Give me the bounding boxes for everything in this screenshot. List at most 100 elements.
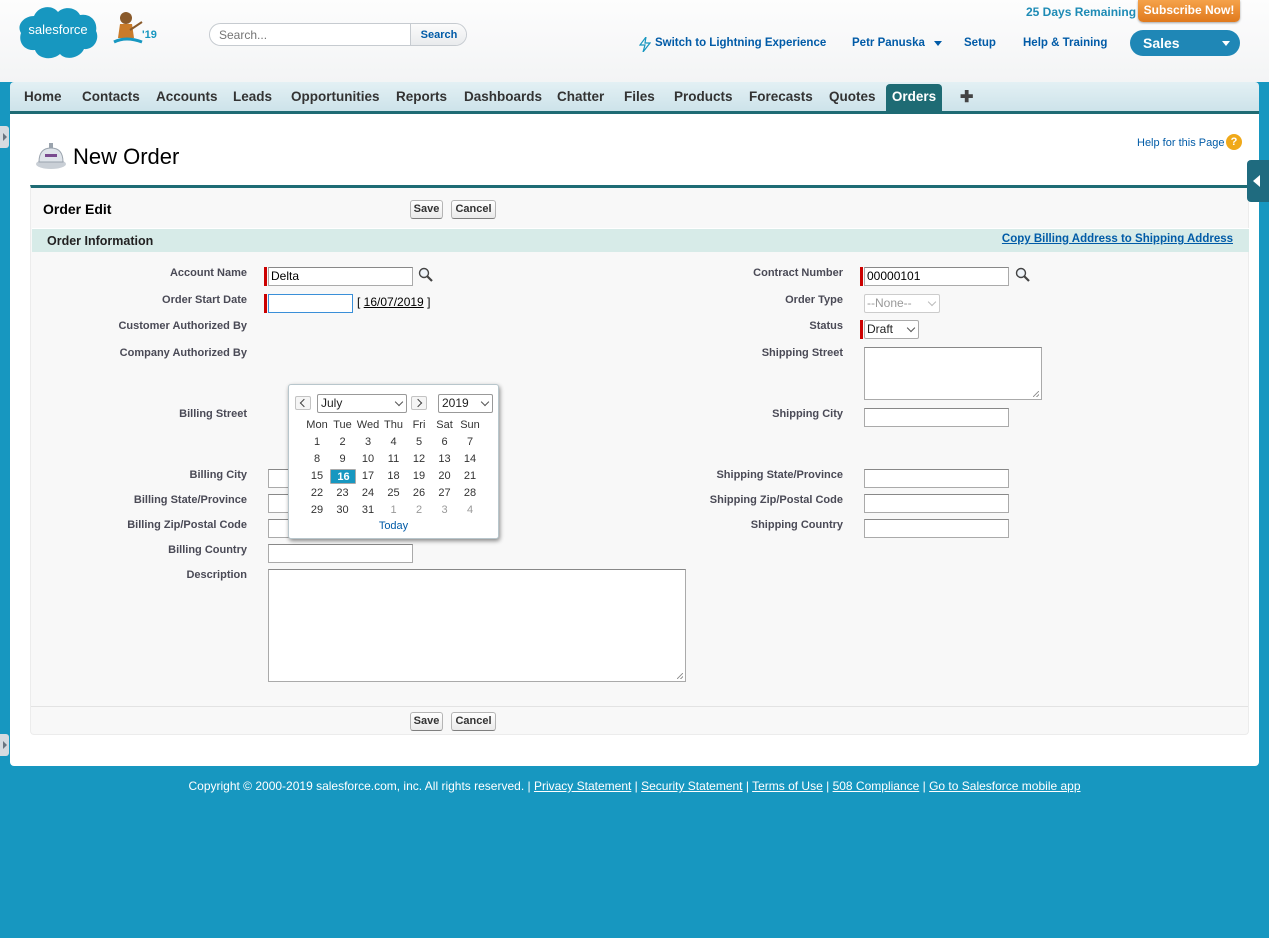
shipping-zip-input[interactable] bbox=[864, 494, 1009, 513]
calendar-day[interactable]: 27 bbox=[432, 486, 458, 501]
tab-dashboards[interactable]: Dashboards bbox=[464, 89, 542, 104]
calendar-day[interactable]: 20 bbox=[432, 469, 458, 484]
cancel-button-top[interactable]: Cancel bbox=[451, 200, 496, 219]
calendar-day[interactable]: 16 bbox=[329, 469, 356, 484]
month-select[interactable]: July bbox=[317, 394, 407, 413]
main-content: New Order Help for this Page ? Order Edi… bbox=[10, 114, 1269, 766]
tab-contacts[interactable]: Contacts bbox=[82, 89, 140, 104]
help-and-training-link[interactable]: Help & Training bbox=[1023, 37, 1107, 49]
tab-home[interactable]: Home bbox=[24, 89, 62, 104]
switch-to-lightning-link[interactable]: Switch to Lightning Experience bbox=[655, 37, 826, 49]
help-question-icon[interactable]: ? bbox=[1226, 134, 1242, 150]
calendar-day[interactable]: 19 bbox=[406, 469, 432, 484]
calendar-day[interactable]: 4 bbox=[457, 503, 483, 518]
calendar-day[interactable]: 28 bbox=[457, 486, 483, 501]
calendar-day[interactable]: 18 bbox=[381, 469, 407, 484]
tab-reports[interactable]: Reports bbox=[396, 89, 447, 104]
calendar-day[interactable]: 5 bbox=[406, 435, 432, 450]
save-button-bottom[interactable]: Save bbox=[410, 712, 443, 731]
order-start-date-input[interactable] bbox=[268, 294, 353, 313]
tab-accounts[interactable]: Accounts bbox=[156, 89, 218, 104]
calendar-day[interactable]: 9 bbox=[330, 452, 356, 467]
cancel-button-bottom[interactable]: Cancel bbox=[451, 712, 496, 731]
search-button[interactable]: Search bbox=[411, 24, 466, 45]
left-edge-handle-bottom[interactable] bbox=[0, 734, 9, 756]
tab-opportunities[interactable]: Opportunities bbox=[291, 89, 380, 104]
calendar-day[interactable]: 6 bbox=[432, 435, 458, 450]
copy-billing-to-shipping-link[interactable]: Copy Billing Address to Shipping Address bbox=[1002, 233, 1233, 245]
calendar-day[interactable]: 7 bbox=[457, 435, 483, 450]
calendar-day[interactable]: 11 bbox=[381, 452, 407, 467]
shipping-city-input[interactable] bbox=[864, 408, 1009, 427]
setup-link[interactable]: Setup bbox=[964, 37, 996, 49]
shipping-street-textarea[interactable] bbox=[864, 347, 1042, 400]
calendar-day[interactable]: 17 bbox=[355, 469, 381, 484]
calendar-day[interactable]: 1 bbox=[381, 503, 407, 518]
calendar-day[interactable]: 21 bbox=[457, 469, 483, 484]
security-statement-link[interactable]: Security Statement bbox=[641, 779, 742, 793]
help-for-this-page-link[interactable]: Help for this Page bbox=[1137, 137, 1224, 149]
today-link[interactable]: Today bbox=[289, 520, 498, 532]
calendar-day[interactable]: 1 bbox=[304, 435, 330, 450]
save-button-top[interactable]: Save bbox=[410, 200, 443, 219]
calendar-day[interactable]: 25 bbox=[381, 486, 407, 501]
calendar-day[interactable]: 3 bbox=[355, 435, 381, 450]
salesforce-mobile-app-link[interactable]: Go to Salesforce mobile app bbox=[929, 779, 1080, 793]
508-compliance-link[interactable]: 508 Compliance bbox=[833, 779, 920, 793]
shipping-state-input[interactable] bbox=[864, 469, 1009, 488]
calendar-day[interactable]: 14 bbox=[457, 452, 483, 467]
tab-quotes[interactable]: Quotes bbox=[829, 89, 876, 104]
order-type-select[interactable]: --None-- bbox=[864, 294, 940, 313]
left-edge-handle[interactable] bbox=[0, 126, 9, 148]
search-input[interactable] bbox=[210, 24, 411, 45]
tab-leads[interactable]: Leads bbox=[233, 89, 272, 104]
description-textarea[interactable] bbox=[268, 569, 686, 682]
calendar-day[interactable]: 2 bbox=[406, 503, 432, 518]
tab-products[interactable]: Products bbox=[674, 89, 733, 104]
tab-chatter[interactable]: Chatter bbox=[557, 89, 604, 104]
tab-files[interactable]: Files bbox=[624, 89, 655, 104]
account-name-input[interactable]: Delta bbox=[268, 267, 413, 286]
calendar-day[interactable]: 30 bbox=[330, 503, 356, 518]
order-information-section-header: Order Information Copy Billing Address t… bbox=[32, 228, 1249, 252]
account-lookup-icon[interactable] bbox=[417, 267, 434, 283]
calendar-day[interactable]: 29 bbox=[304, 503, 330, 518]
calendar-day[interactable]: 2 bbox=[330, 435, 356, 450]
app-switcher-menu[interactable]: Sales bbox=[1130, 30, 1240, 56]
calendar-day[interactable]: 31 bbox=[355, 503, 381, 518]
user-menu[interactable]: Petr Panuska bbox=[852, 37, 925, 49]
calendar-day[interactable]: 3 bbox=[432, 503, 458, 518]
calendar-day[interactable]: 8 bbox=[304, 452, 330, 467]
user-menu-caret-icon[interactable] bbox=[934, 41, 942, 46]
year-select[interactable]: 2019 bbox=[438, 394, 493, 413]
next-month-button[interactable] bbox=[411, 396, 427, 410]
date-shortcut-link[interactable]: 16/07/2019 bbox=[364, 295, 424, 309]
weekday-header: Fri bbox=[412, 419, 426, 431]
required-indicator bbox=[264, 267, 267, 286]
sidebar-collapse-toggle[interactable] bbox=[1247, 160, 1269, 202]
calendar-day[interactable]: 26 bbox=[406, 486, 432, 501]
status-select[interactable]: Draft bbox=[864, 320, 919, 339]
trial-days-remaining[interactable]: 25 Days Remaining bbox=[1026, 5, 1136, 19]
calendar-day[interactable]: 13 bbox=[432, 452, 458, 467]
subscribe-now-button[interactable]: Subscribe Now! bbox=[1138, 0, 1240, 22]
calendar-day[interactable]: 24 bbox=[355, 486, 381, 501]
terms-of-use-link[interactable]: Terms of Use bbox=[752, 779, 823, 793]
weekday-header: Sat bbox=[436, 419, 453, 431]
calendar-day[interactable]: 10 bbox=[355, 452, 381, 467]
prev-month-button[interactable] bbox=[295, 396, 311, 410]
salesforce-logo[interactable]: salesforce bbox=[18, 4, 99, 61]
calendar-day[interactable]: 15 bbox=[304, 469, 330, 484]
contract-number-input[interactable]: 00000101 bbox=[864, 267, 1009, 286]
calendar-day[interactable]: 4 bbox=[381, 435, 407, 450]
calendar-day[interactable]: 22 bbox=[304, 486, 330, 501]
calendar-day[interactable]: 12 bbox=[406, 452, 432, 467]
tab-orders[interactable]: Orders bbox=[886, 84, 942, 111]
calendar-day[interactable]: 23 bbox=[330, 486, 356, 501]
contract-lookup-icon[interactable] bbox=[1014, 267, 1031, 283]
tab-forecasts[interactable]: Forecasts bbox=[749, 89, 813, 104]
privacy-statement-link[interactable]: Privacy Statement bbox=[534, 779, 631, 793]
billing-country-input[interactable] bbox=[268, 544, 413, 563]
add-tab-plus-icon[interactable]: ✚ bbox=[960, 87, 973, 107]
shipping-country-input[interactable] bbox=[864, 519, 1009, 538]
